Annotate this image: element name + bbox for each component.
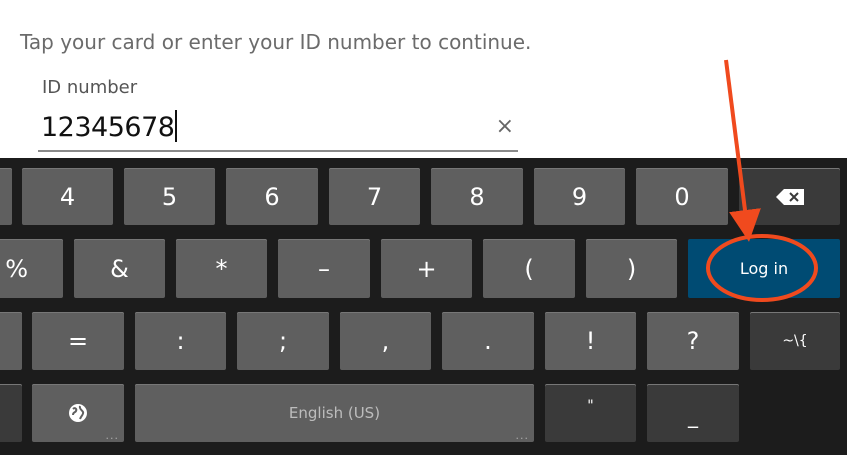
more-indicator: ... [105, 429, 119, 442]
instruction-text: Tap your card or enter your ID number to… [20, 30, 532, 54]
key-equals[interactable]: = [32, 312, 124, 370]
space-bar[interactable]: English (US) ... [135, 384, 534, 442]
backspace-icon [775, 188, 804, 205]
key-close-paren[interactable]: ) [586, 239, 677, 298]
key-plus[interactable]: + [381, 239, 472, 298]
key-partial-left-row4[interactable] [0, 384, 22, 442]
key-6[interactable]: 6 [226, 168, 318, 225]
id-number-value[interactable]: 12345678 [41, 110, 178, 143]
key-asterisk[interactable]: * [176, 239, 267, 298]
key-partial-left-row1[interactable] [0, 168, 12, 225]
key-7[interactable]: 7 [329, 168, 420, 225]
space-bar-label: English (US) [288, 404, 381, 422]
text-caret [175, 110, 178, 142]
backspace-key[interactable] [739, 168, 840, 225]
key-question[interactable]: ? [647, 312, 739, 370]
key-semicolon[interactable]: ; [237, 312, 329, 370]
key-ampersand[interactable]: & [74, 239, 165, 298]
key-colon[interactable]: : [135, 312, 226, 370]
key-exclamation[interactable]: ! [545, 312, 636, 370]
key-quote[interactable]: " [545, 384, 636, 442]
on-screen-keyboard: 4 5 6 7 8 9 0 % & * – + ( ) Log in = : ;… [0, 158, 847, 455]
language-key[interactable]: ... [32, 384, 124, 442]
globe-icon [69, 404, 87, 422]
key-comma[interactable]: , [340, 312, 431, 370]
key-open-paren[interactable]: ( [483, 239, 575, 298]
symbols-toggle-key[interactable]: ~\{ [750, 312, 840, 370]
id-number-label: ID number [42, 77, 138, 98]
more-indicator: ... [515, 429, 529, 442]
key-4[interactable]: 4 [22, 168, 113, 225]
key-5[interactable]: 5 [124, 168, 215, 225]
id-number-field[interactable]: 12345678 × [38, 106, 518, 152]
log-in-button[interactable]: Log in [688, 239, 840, 298]
key-period[interactable]: . [442, 312, 534, 370]
key-9[interactable]: 9 [534, 168, 625, 225]
key-partial-left-row3[interactable] [0, 312, 22, 370]
key-0[interactable]: 0 [636, 168, 728, 225]
key-percent[interactable]: % [0, 239, 63, 298]
key-underscore[interactable]: _ [647, 384, 739, 442]
key-8[interactable]: 8 [431, 168, 523, 225]
clear-icon[interactable]: × [496, 114, 514, 139]
key-dash[interactable]: – [278, 239, 370, 298]
